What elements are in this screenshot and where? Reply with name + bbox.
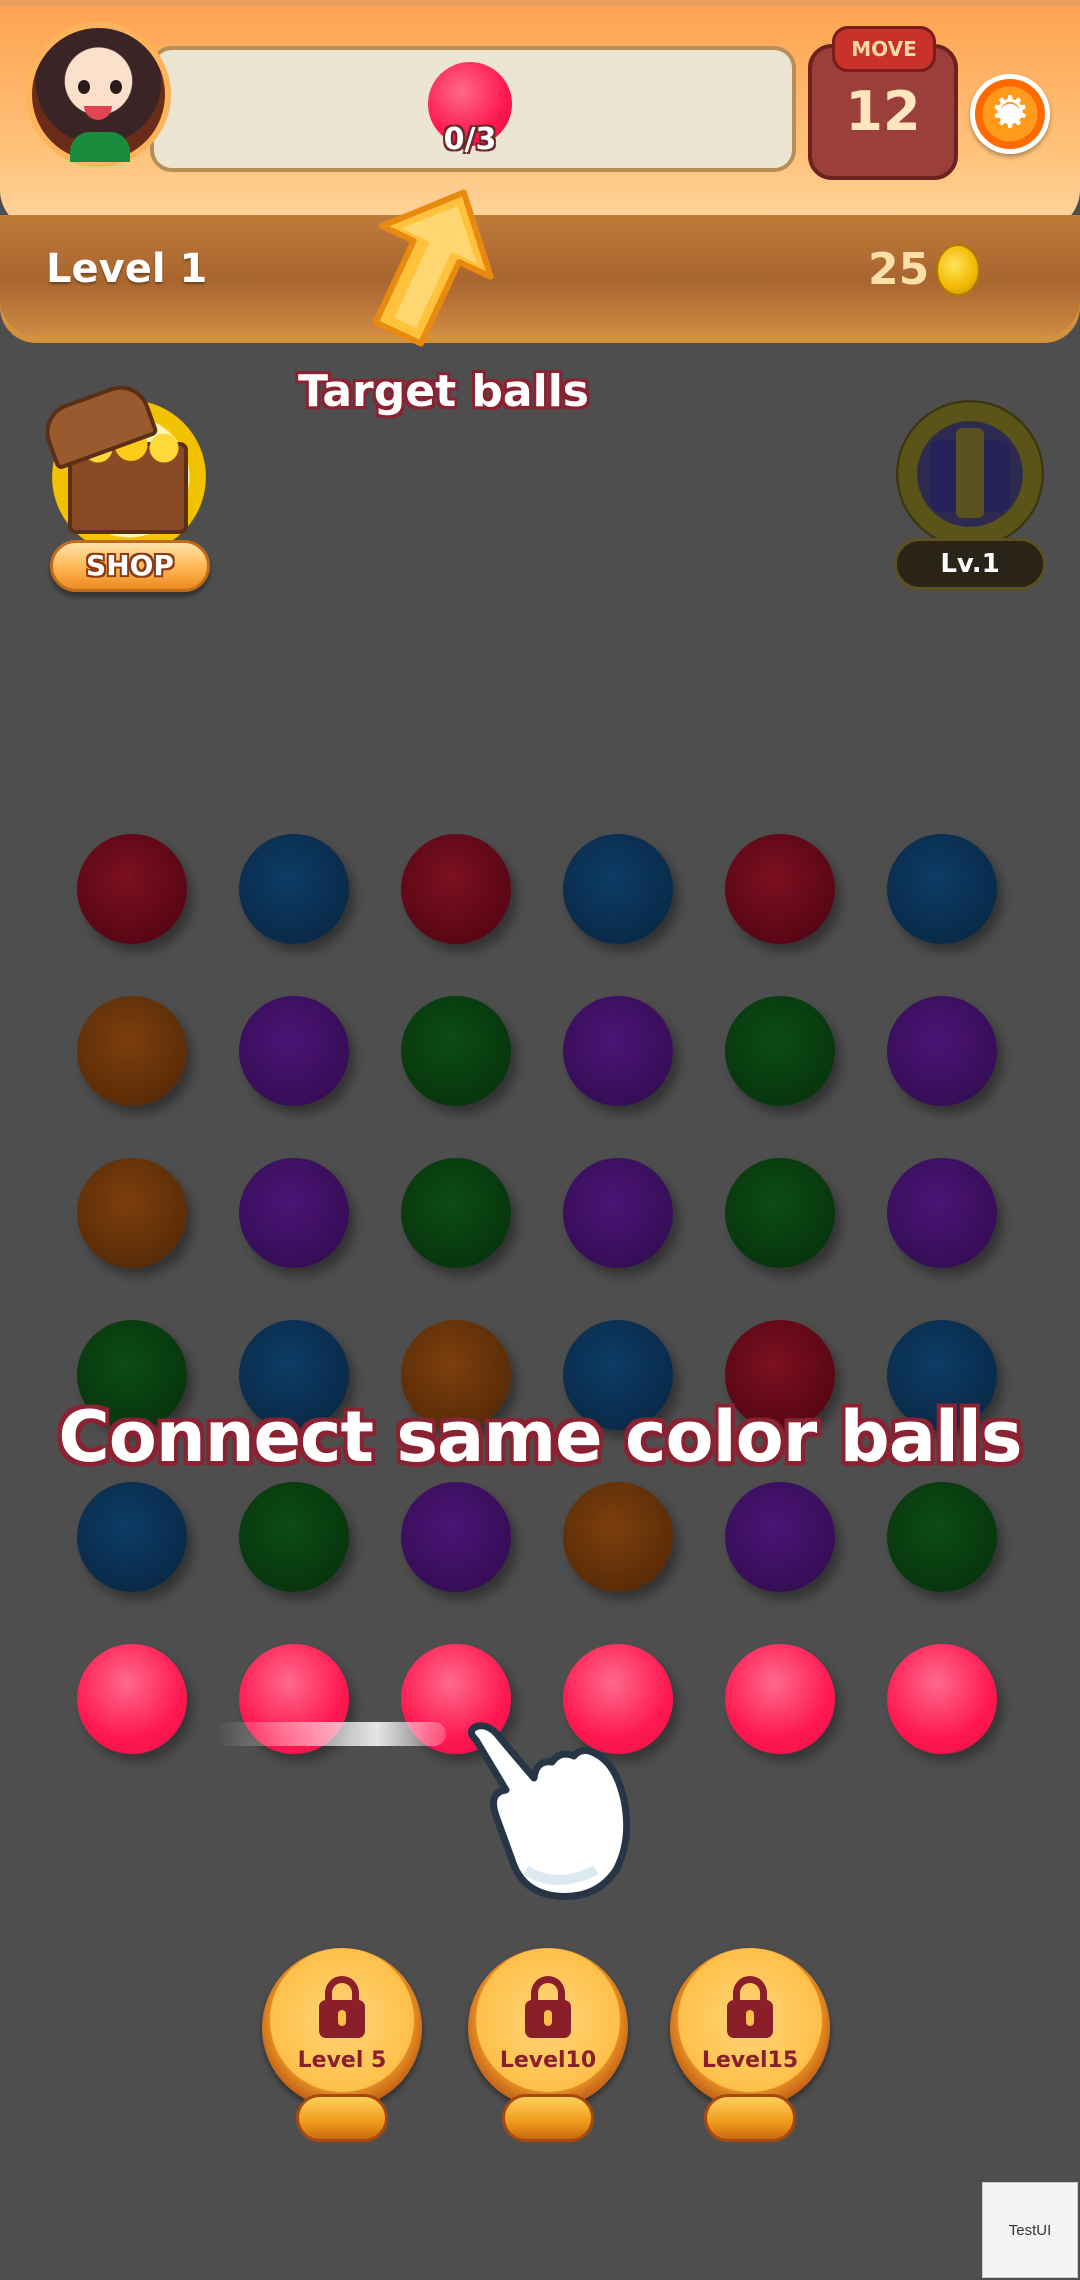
gear-icon[interactable]: ⚙ [970,74,1050,154]
ball[interactable] [887,834,997,944]
ball[interactable] [239,996,349,1106]
ball[interactable] [239,1158,349,1268]
coin-count: 25 [868,244,930,295]
ball[interactable] [77,996,187,1106]
avatar-mouth [84,106,112,120]
unlock-pill [502,2094,594,2142]
keyhole-icon [746,2010,754,2026]
level-title: Level 1 [46,246,208,292]
target-count: 0/3 [443,122,497,157]
level-5-unlock[interactable]: Level 5 [262,1948,422,2148]
ball[interactable] [725,996,835,1106]
moves-label: MOVE [832,26,936,72]
unlock-level-label: Level 5 [297,2048,387,2073]
ball[interactable] [401,1158,511,1268]
pointing-hand-icon [456,1720,656,1914]
swipe-trail [216,1722,446,1746]
keyhole-icon [544,2010,552,2026]
level-15-unlock[interactable]: Level15 [670,1948,830,2148]
connect-hint: Connect same color balls [58,1396,1022,1478]
ball[interactable] [401,834,511,944]
ball[interactable] [725,834,835,944]
avatar-shirt [70,132,130,162]
ball-grid [0,0,1080,2280]
avatar-eye [78,80,90,94]
ball[interactable] [887,1158,997,1268]
ball[interactable] [239,834,349,944]
gift-level-badge[interactable]: Lv.1 [894,538,1046,590]
coin-icon [936,244,980,296]
target-ball[interactable] [887,1644,997,1754]
ball[interactable] [887,996,997,1106]
moves-value: 12 [845,80,921,143]
ball[interactable] [563,1482,673,1592]
keyhole-icon [338,2010,346,2026]
ball[interactable] [239,1482,349,1592]
avatar-eye [110,80,122,94]
ball[interactable] [401,996,511,1106]
unlock-pill [296,2094,388,2142]
unlock-level-label: Level15 [701,2048,799,2073]
ball[interactable] [77,1158,187,1268]
unlock-level-label: Level10 [499,2048,597,2073]
unlock-pill [704,2094,796,2142]
ball[interactable] [887,1482,997,1592]
ball[interactable] [563,996,673,1106]
target-balls-hint: Target balls [298,366,589,417]
level-10-unlock[interactable]: Level10 [468,1948,628,2148]
ball[interactable] [725,1158,835,1268]
ball[interactable] [77,834,187,944]
gift-ribbon-icon [956,428,984,518]
player-avatar[interactable] [26,22,171,167]
shop-button[interactable]: SHOP [50,540,210,592]
target-ball[interactable] [725,1644,835,1754]
ball[interactable] [401,1482,511,1592]
ball[interactable] [77,1482,187,1592]
target-ball[interactable] [77,1644,187,1754]
ball[interactable] [563,834,673,944]
test-ui-button[interactable]: TestUI [982,2182,1078,2278]
ball[interactable] [725,1482,835,1592]
ball[interactable] [563,1158,673,1268]
